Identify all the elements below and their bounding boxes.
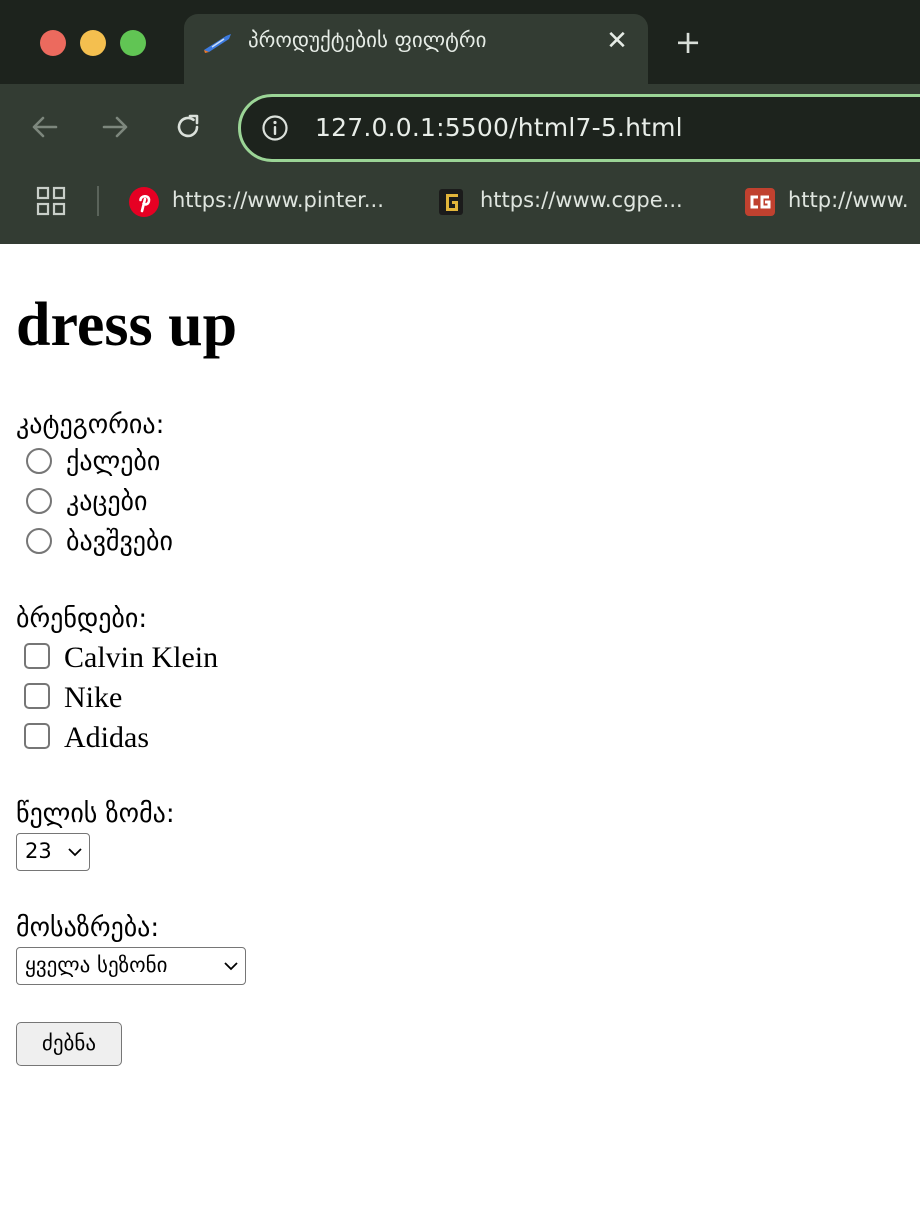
option-label: Calvin Klein	[64, 641, 219, 674]
radio-button[interactable]	[26, 528, 52, 554]
tab-close-icon[interactable]: ✕	[602, 26, 632, 56]
chevron-down-icon	[68, 848, 82, 857]
arrow-right-icon	[102, 116, 128, 138]
pinterest-icon	[129, 187, 159, 217]
radio-button[interactable]	[26, 448, 52, 474]
back-button[interactable]	[28, 110, 62, 144]
new-tab-button[interactable]: +	[672, 24, 704, 60]
reload-button[interactable]	[171, 110, 205, 144]
bookmark-label: http://www.	[788, 188, 909, 212]
option-label: კაცები	[66, 487, 148, 517]
checkbox[interactable]	[24, 723, 50, 749]
waist-size-value: 23	[25, 839, 52, 863]
category-label: კატეგორია:	[16, 410, 165, 440]
cgpeers-icon	[439, 189, 463, 215]
option-label: ბავშვები	[66, 527, 173, 557]
season-value: ყველა სეზონი	[25, 953, 168, 977]
minimize-window-button[interactable]	[80, 30, 106, 56]
tab-strip: პროდუქტების ფილტრი ✕ +	[0, 0, 920, 84]
close-window-button[interactable]	[40, 30, 66, 56]
page-title: dress up	[16, 291, 238, 359]
bookmarks-separator	[97, 186, 99, 216]
option-label: Nike	[64, 681, 123, 714]
tab-active[interactable]: პროდუქტების ფილტრი ✕	[184, 14, 648, 84]
chevron-down-icon	[224, 962, 238, 971]
radio-button[interactable]	[26, 488, 52, 514]
maximize-window-button[interactable]	[120, 30, 146, 56]
address-url[interactable]: 127.0.0.1:5500/html7-5.html	[315, 113, 683, 142]
cg-icon	[745, 188, 775, 216]
brands-label: ბრენდები:	[16, 604, 148, 634]
apps-grid-icon[interactable]	[36, 186, 66, 216]
checkbox[interactable]	[24, 643, 50, 669]
checkbox[interactable]	[24, 683, 50, 709]
arrow-left-icon	[32, 116, 58, 138]
browser-chrome: პროდუქტების ფილტრი ✕ + 127.0.0.1:5500/ht…	[0, 0, 920, 244]
waist-size-label: წელის ზომა:	[16, 799, 175, 829]
reload-icon	[177, 114, 199, 138]
waist-size-select[interactable]: 23	[16, 833, 90, 871]
bookmark-label: https://www.pinter...	[172, 188, 384, 212]
search-button[interactable]: ძებნა	[16, 1022, 122, 1066]
bookmark-label: https://www.cgpe...	[480, 188, 683, 212]
season-label: მოსაზრება:	[16, 913, 160, 943]
info-icon[interactable]	[261, 114, 289, 142]
address-bar[interactable]: 127.0.0.1:5500/html7-5.html	[238, 94, 920, 162]
rocket-icon	[204, 34, 231, 53]
forward-button[interactable]	[98, 110, 132, 144]
season-select[interactable]: ყველა სეზონი	[16, 947, 246, 985]
option-label: Adidas	[64, 721, 149, 754]
tab-title: პროდუქტების ფილტრი	[248, 28, 487, 52]
option-label: ქალები	[66, 447, 161, 477]
